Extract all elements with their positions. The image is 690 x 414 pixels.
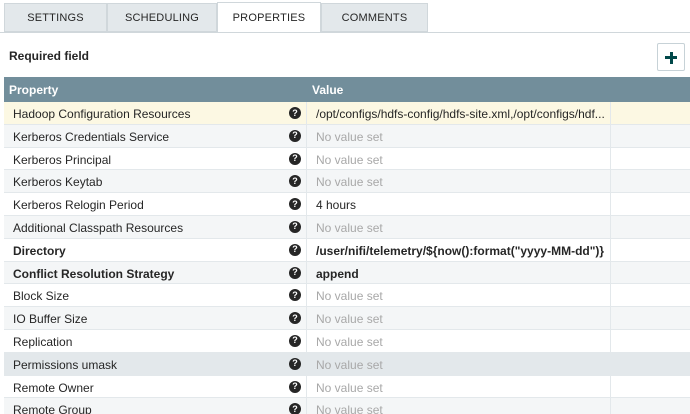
- property-value[interactable]: No value set: [316, 403, 606, 414]
- column-divider: [610, 329, 611, 352]
- table-row[interactable]: Kerberos Keytab? No value set: [4, 170, 690, 194]
- property-value[interactable]: 4 hours: [316, 198, 606, 212]
- column-divider: [610, 398, 611, 414]
- property-name: Replication: [13, 334, 73, 349]
- table-header: Property Value: [4, 77, 690, 102]
- column-divider: [306, 284, 307, 307]
- property-name: IO Buffer Size: [13, 312, 88, 327]
- column-divider: [306, 261, 307, 284]
- help-icon[interactable]: ?: [289, 289, 301, 302]
- table-row[interactable]: Additional Classpath Resources? No value …: [4, 215, 690, 239]
- property-value[interactable]: No value set: [316, 312, 606, 326]
- property-name: Kerberos Credentials Service: [13, 129, 170, 144]
- tab-scheduling[interactable]: SCHEDULING: [107, 3, 217, 32]
- help-icon[interactable]: ?: [289, 107, 301, 119]
- help-icon[interactable]: ?: [289, 403, 301, 414]
- column-header-value[interactable]: Value: [312, 83, 343, 97]
- properties-table: Property Value Hadoop Configuration Reso…: [4, 77, 690, 414]
- help-icon[interactable]: ?: [289, 243, 301, 256]
- column-divider: [306, 238, 307, 261]
- property-value[interactable]: /opt/configs/hdfs-config/hdfs-site.xml,/…: [316, 107, 606, 121]
- column-divider: [306, 193, 307, 215]
- tab-divider: [0, 32, 690, 33]
- property-name: Block Size: [13, 289, 70, 304]
- help-icon[interactable]: ?: [289, 198, 301, 211]
- required-field-label: Required field: [9, 49, 90, 63]
- column-divider: [306, 102, 307, 124]
- property-name: Kerberos Relogin Period: [13, 198, 144, 213]
- table-row[interactable]: Kerberos Principal? No value set: [4, 147, 690, 171]
- property-name: Kerberos Keytab: [13, 175, 103, 190]
- column-divider: [610, 193, 611, 215]
- add-property-button[interactable]: [657, 43, 685, 71]
- table-row[interactable]: Block Size? No value set: [4, 284, 690, 308]
- tab-properties[interactable]: PROPERTIES: [217, 2, 321, 33]
- property-name: Hadoop Configuration Resources: [13, 107, 191, 121]
- column-divider: [306, 375, 307, 398]
- column-divider: [610, 124, 611, 147]
- column-divider: [610, 261, 611, 284]
- column-divider: [610, 352, 611, 375]
- table-row[interactable]: Remote Group? No value set: [4, 398, 690, 414]
- tab-settings[interactable]: SETTINGS: [4, 3, 107, 32]
- property-name: Additional Classpath Resources: [13, 220, 184, 235]
- table-row[interactable]: Directory? /user/nifi/telemetry/${now():f…: [4, 238, 690, 262]
- column-divider: [306, 398, 307, 414]
- column-divider: [306, 147, 307, 170]
- help-icon[interactable]: ?: [289, 220, 301, 233]
- table-body: Hadoop Configuration Resources? /opt/conf…: [4, 102, 690, 414]
- column-divider: [610, 147, 611, 170]
- property-value[interactable]: No value set: [316, 381, 606, 395]
- table-row[interactable]: Hadoop Configuration Resources? /opt/conf…: [4, 102, 690, 125]
- help-icon[interactable]: ?: [289, 129, 301, 142]
- property-name: Remote Group: [13, 403, 92, 414]
- column-divider: [610, 102, 611, 124]
- table-row[interactable]: Replication? No value set: [4, 329, 690, 353]
- table-row[interactable]: Remote Owner? No value set: [4, 375, 690, 399]
- column-divider: [610, 307, 611, 329]
- tab-comments[interactable]: COMMENTS: [321, 3, 428, 32]
- column-divider: [610, 170, 611, 193]
- column-divider: [610, 238, 611, 261]
- property-value[interactable]: append: [316, 267, 606, 281]
- property-name: Kerberos Principal: [13, 152, 112, 167]
- column-divider: [610, 284, 611, 307]
- property-value[interactable]: No value set: [316, 221, 606, 235]
- property-name: Remote Owner: [13, 380, 94, 395]
- column-divider: [306, 352, 307, 375]
- property-value[interactable]: No value set: [316, 130, 606, 144]
- property-value[interactable]: No value set: [316, 335, 606, 349]
- property-value[interactable]: No value set: [316, 289, 606, 303]
- column-divider: [306, 307, 307, 329]
- property-name: Permissions umask: [13, 357, 118, 372]
- help-icon[interactable]: ?: [289, 357, 301, 370]
- property-name: Conflict Resolution Strategy: [13, 266, 175, 281]
- property-value[interactable]: No value set: [316, 175, 606, 189]
- property-name: Directory: [13, 243, 66, 258]
- help-icon[interactable]: ?: [289, 266, 301, 279]
- help-icon[interactable]: ?: [289, 312, 301, 325]
- property-value[interactable]: No value set: [316, 153, 606, 167]
- column-header-property[interactable]: Property: [9, 83, 58, 97]
- help-icon[interactable]: ?: [289, 380, 301, 393]
- help-icon[interactable]: ?: [289, 334, 301, 347]
- help-icon[interactable]: ?: [289, 175, 301, 188]
- column-divider: [610, 375, 611, 398]
- column-divider: [610, 215, 611, 238]
- table-row[interactable]: Kerberos Relogin Period? 4 hours: [4, 193, 690, 216]
- column-divider: [306, 215, 307, 238]
- table-row[interactable]: Permissions umask? No value set: [4, 352, 690, 376]
- table-row[interactable]: Kerberos Credentials Service? No value se…: [4, 124, 690, 148]
- column-divider: [306, 170, 307, 193]
- property-value[interactable]: No value set: [316, 358, 606, 372]
- property-value[interactable]: /user/nifi/telemetry/${now():format("yyy…: [316, 244, 606, 258]
- tab-bar: SETTINGS SCHEDULING PROPERTIES COMMENTS: [0, 0, 690, 33]
- help-icon[interactable]: ?: [289, 152, 301, 165]
- table-row[interactable]: Conflict Resolution Strategy? append: [4, 261, 690, 285]
- table-row[interactable]: IO Buffer Size? No value set: [4, 307, 690, 330]
- column-divider: [306, 329, 307, 352]
- column-divider: [306, 124, 307, 147]
